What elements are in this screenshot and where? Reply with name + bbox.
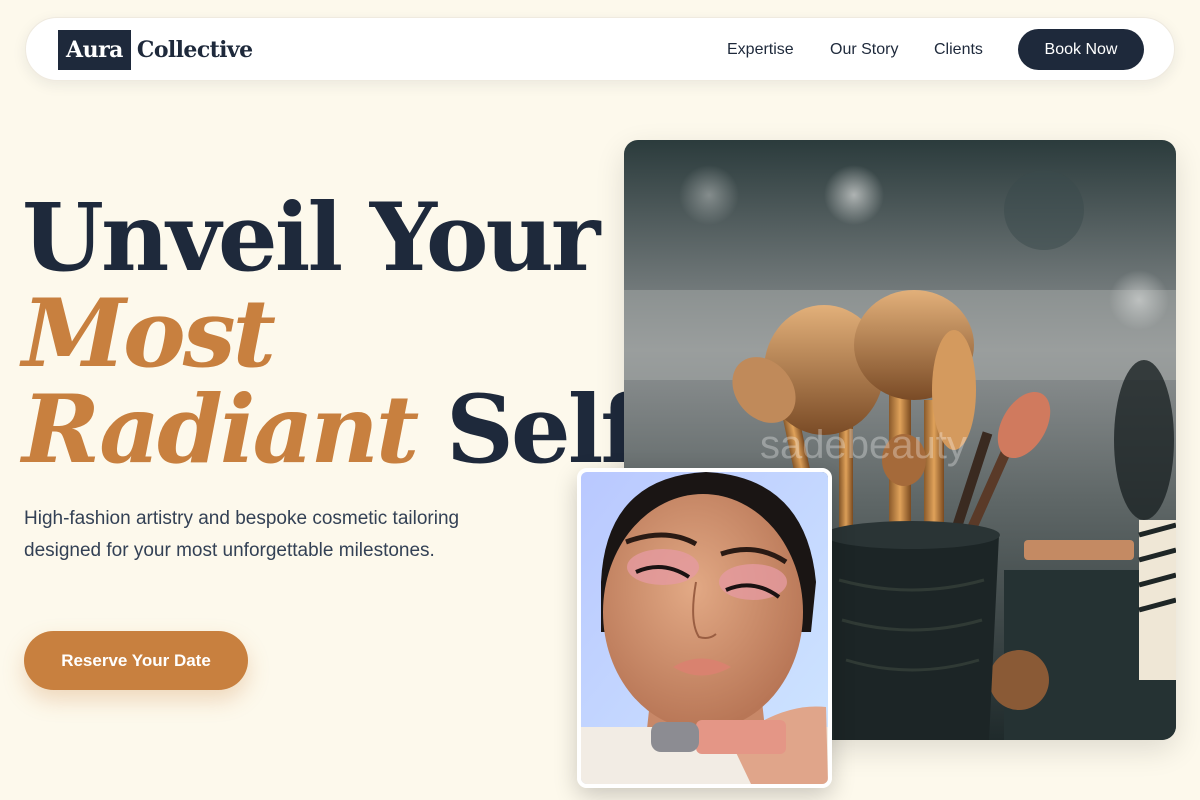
logo-wordmark: Collective — [136, 37, 253, 63]
nav-link-clients[interactable]: Clients — [934, 40, 983, 60]
headline-line-1: Unveil Your — [22, 183, 600, 293]
top-navbar: Aura Collective Expertise Our Story Clie… — [25, 17, 1175, 81]
photo-watermark: sadebeauty — [760, 423, 967, 467]
nav-link-our-story[interactable]: Our Story — [830, 40, 898, 60]
headline-accent-most: Most — [22, 279, 276, 389]
model-illustration — [581, 472, 828, 784]
reserve-date-button[interactable]: Reserve Your Date — [24, 631, 248, 690]
logo-box: Aura — [58, 30, 131, 70]
brand-logo[interactable]: Aura Collective — [58, 30, 253, 70]
headline-accent-radiant: Radiant — [22, 375, 419, 485]
hero-headline: Unveil Your Most Radiant Self. — [22, 183, 667, 478]
hero-subtext: High-fashion artistry and bespoke cosmet… — [24, 508, 460, 561]
hero-photo-model — [577, 468, 832, 788]
nav-link-expertise[interactable]: Expertise — [727, 40, 794, 60]
book-now-button[interactable]: Book Now — [1018, 29, 1144, 70]
